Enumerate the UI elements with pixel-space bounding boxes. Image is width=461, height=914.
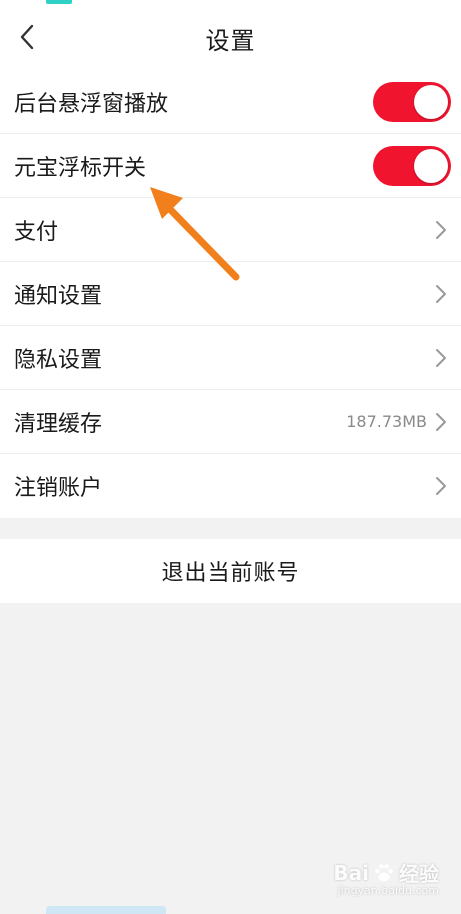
logout-label: 退出当前账号 — [161, 561, 300, 586]
baidu-watermark: Bai 经验 jingyan.baidu.com — [333, 858, 439, 898]
setting-row-clear-cache[interactable]: 清理缓存 187.73MB — [0, 390, 461, 454]
yuanbao-float-toggle[interactable] — [373, 145, 451, 186]
setting-label: 注销账户 — [14, 476, 103, 501]
watermark-suffix: 经验 — [399, 862, 439, 886]
logout-button[interactable]: 退出当前账号 — [0, 539, 461, 603]
toggle-knob — [414, 84, 448, 119]
floating-playback-toggle[interactable] — [373, 81, 451, 122]
chevron-right-icon — [431, 411, 451, 433]
setting-label: 支付 — [14, 219, 59, 245]
header-bar: 设置 — [0, 6, 461, 70]
bottom-bar — [46, 906, 166, 914]
setting-label: 元宝浮标开关 — [14, 155, 147, 181]
cache-size: 187.73MB — [346, 412, 427, 431]
setting-label: 后台悬浮窗播放 — [14, 91, 169, 117]
status-indicator — [46, 0, 72, 4]
chevron-right-icon — [431, 347, 451, 369]
chevron-right-icon — [431, 283, 451, 305]
paw-icon — [375, 863, 393, 881]
back-button[interactable] — [10, 20, 44, 54]
watermark-url: jingyan.baidu.com — [337, 884, 439, 897]
setting-row-privacy[interactable]: 隐私设置 — [0, 326, 461, 390]
chevron-right-icon — [431, 219, 451, 241]
watermark-brand: Bai — [333, 860, 369, 885]
setting-row-delete-account[interactable]: 注销账户 — [0, 454, 461, 518]
setting-label: 清理缓存 — [14, 411, 103, 437]
setting-label: 隐私设置 — [14, 347, 103, 373]
setting-label: 通知设置 — [14, 283, 103, 309]
setting-row-floating-playback: 后台悬浮窗播放 — [0, 70, 461, 134]
toggle-knob — [414, 148, 448, 183]
setting-row-yuanbao-float: 元宝浮标开关 — [0, 134, 461, 198]
page-title: 设置 — [205, 26, 256, 55]
chevron-right-icon — [431, 475, 451, 497]
chevron-left-icon — [20, 24, 34, 50]
setting-row-notifications[interactable]: 通知设置 — [0, 262, 461, 326]
settings-list: 后台悬浮窗播放 元宝浮标开关 支付 通知设置 隐私设置 清理缓存 187.73M… — [0, 70, 461, 518]
setting-row-payment[interactable]: 支付 — [0, 198, 461, 262]
